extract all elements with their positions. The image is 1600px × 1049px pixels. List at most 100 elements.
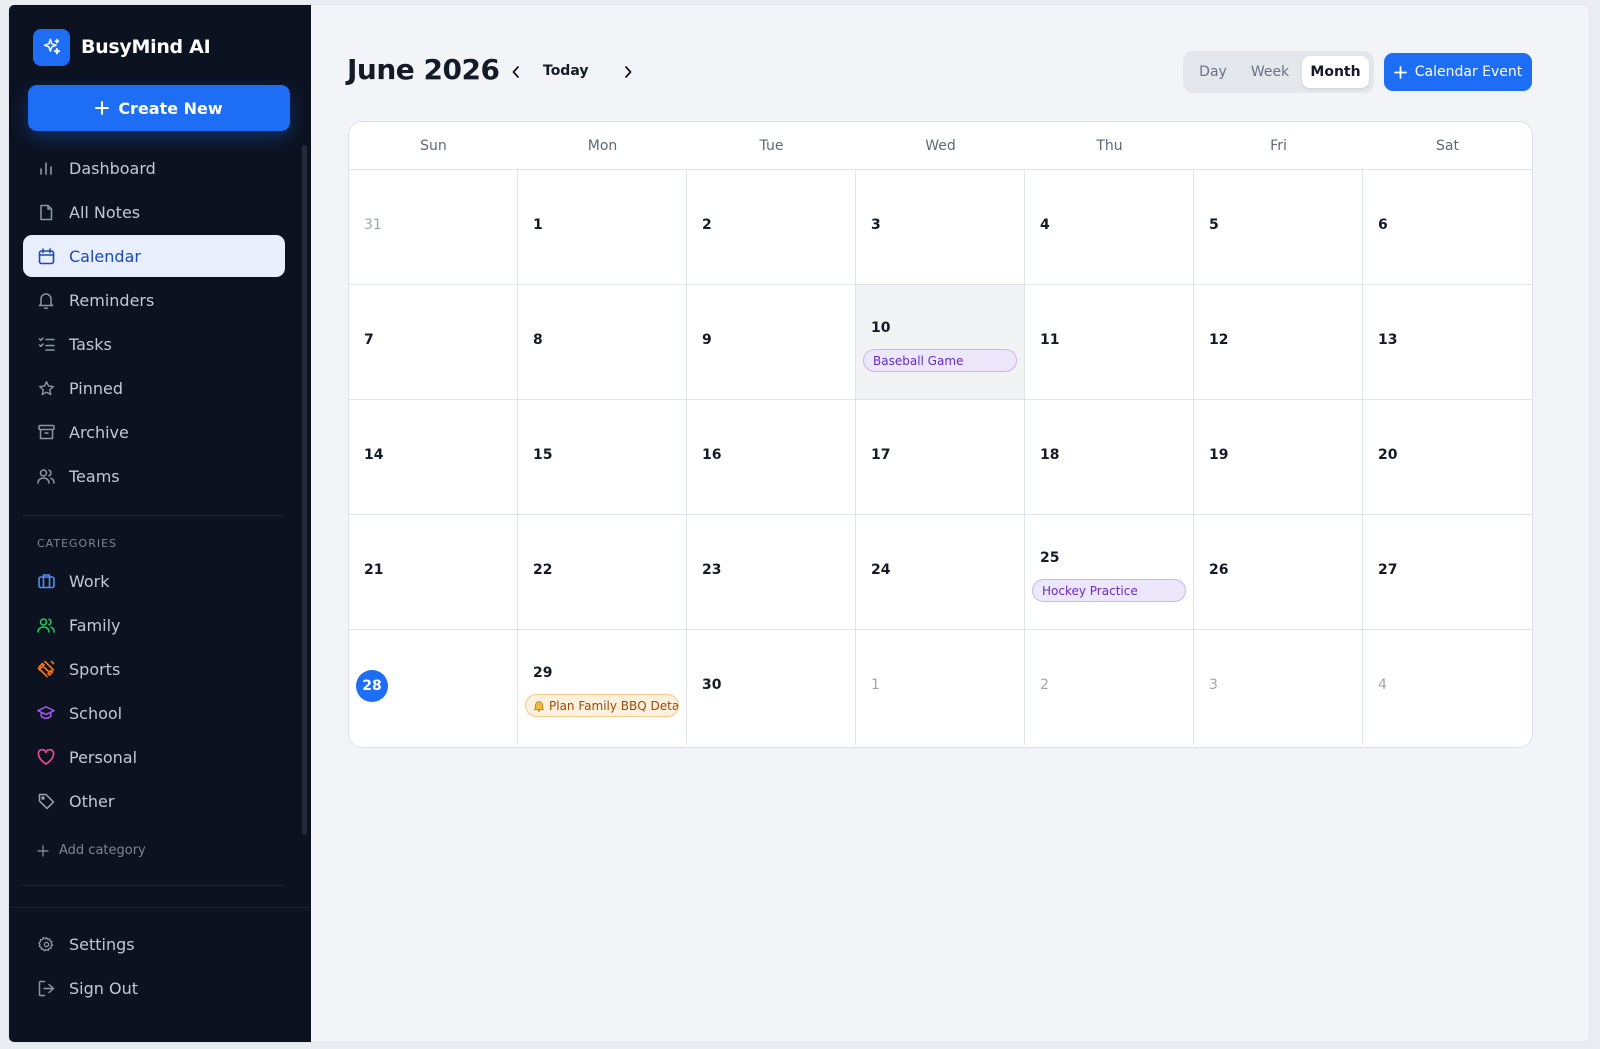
day-cell[interactable]: 8 xyxy=(518,285,687,400)
view-day-button[interactable]: Day xyxy=(1189,56,1237,88)
event-title: Baseball Game xyxy=(873,353,964,368)
event-title: Plan Family BBQ Deta... xyxy=(549,698,679,713)
date-number: 29 xyxy=(533,665,553,681)
date-number: 17 xyxy=(871,447,891,463)
plus-icon xyxy=(95,101,110,115)
graduation-cap-icon xyxy=(37,704,55,722)
day-cell[interactable]: 22 xyxy=(518,515,687,630)
event-chip[interactable]: Plan Family BBQ Deta... xyxy=(525,694,679,717)
date-number: 19 xyxy=(1209,447,1229,463)
day-cell[interactable]: 25 Hockey Practice xyxy=(1025,515,1194,630)
date-number: 3 xyxy=(1209,677,1218,693)
weekday-label: Sat xyxy=(1436,138,1459,154)
categories-header: CATEGORIES xyxy=(37,537,118,550)
sidebar-item-dashboard[interactable]: Dashboard xyxy=(23,147,285,189)
create-new-button[interactable]: Create New xyxy=(28,85,290,131)
month-grid: Sun Mon Tue Wed Thu Fri Sat 31 1 2 3 4 5 6 7 8 9 10 Baseb… xyxy=(348,121,1533,748)
day-cell[interactable]: 30 xyxy=(687,630,856,745)
day-cell[interactable]: 4 xyxy=(1363,630,1532,745)
chevron-right-icon[interactable] xyxy=(617,61,639,83)
day-cell[interactable]: 1 xyxy=(856,630,1025,745)
date-number: 3 xyxy=(871,217,881,233)
sidebar-item-archive[interactable]: Archive xyxy=(23,411,285,453)
date-number: 14 xyxy=(364,447,384,463)
date-number: 16 xyxy=(702,447,722,463)
date-number: 26 xyxy=(1209,562,1229,578)
event-chip[interactable]: Baseball Game xyxy=(863,349,1017,372)
day-cell[interactable]: 29 Plan Family BBQ Deta... xyxy=(518,630,687,745)
day-cell[interactable]: 1 xyxy=(518,170,687,285)
sparkle-icon xyxy=(33,28,70,66)
day-cell[interactable]: 19 xyxy=(1194,400,1363,515)
view-week-button[interactable]: Week xyxy=(1243,56,1297,88)
day-cell[interactable]: 15 xyxy=(518,400,687,515)
category-school[interactable]: School xyxy=(23,692,285,734)
chevron-left-icon[interactable] xyxy=(505,61,527,83)
sidebar-scrollbar[interactable] xyxy=(302,145,307,835)
sidebar-item-tasks[interactable]: Tasks xyxy=(23,323,285,365)
day-cell[interactable]: 6 xyxy=(1363,170,1532,285)
day-cell[interactable]: 18 xyxy=(1025,400,1194,515)
day-cell[interactable]: 31 xyxy=(349,170,518,285)
category-label: Personal xyxy=(69,747,138,767)
day-cell[interactable]: 23 xyxy=(687,515,856,630)
date-number: 5 xyxy=(1209,217,1219,233)
date-number: 20 xyxy=(1378,447,1398,463)
day-cell[interactable]: 28 xyxy=(349,630,518,745)
day-cell[interactable]: 14 xyxy=(349,400,518,515)
day-cell[interactable]: 2 xyxy=(1025,630,1194,745)
event-chip[interactable]: Hockey Practice xyxy=(1032,579,1186,602)
day-cell[interactable]: 24 xyxy=(856,515,1025,630)
category-personal[interactable]: Personal xyxy=(23,736,285,778)
category-sports[interactable]: Sports xyxy=(23,648,285,690)
day-cell[interactable]: 12 xyxy=(1194,285,1363,400)
today-date-badge: 28 xyxy=(356,670,388,702)
add-calendar-event-button[interactable]: Calendar Event xyxy=(1384,53,1532,91)
day-cell[interactable]: 9 xyxy=(687,285,856,400)
day-cell[interactable]: 7 xyxy=(349,285,518,400)
brand[interactable]: BusyMind AI xyxy=(33,28,211,66)
bottom-nav: Settings Sign Out xyxy=(23,923,285,1011)
today-button[interactable]: Today xyxy=(543,63,588,79)
sidebar-item-all-notes[interactable]: All Notes xyxy=(23,191,285,233)
weekday-label: Mon xyxy=(587,138,618,154)
category-family[interactable]: Family xyxy=(23,604,285,646)
add-category-button[interactable]: Add category xyxy=(37,843,146,858)
date-number: 2 xyxy=(1040,677,1049,693)
day-cell[interactable]: 11 xyxy=(1025,285,1194,400)
sidebar-item-reminders[interactable]: Reminders xyxy=(23,279,285,321)
sidebar-item-sign-out[interactable]: Sign Out xyxy=(23,967,285,1009)
sidebar-item-teams[interactable]: Teams xyxy=(23,455,285,497)
day-cell[interactable]: 21 xyxy=(349,515,518,630)
day-cell[interactable]: 10 Baseball Game xyxy=(856,285,1025,400)
sidebar-item-settings[interactable]: Settings xyxy=(23,923,285,965)
bar-chart-icon xyxy=(37,159,55,177)
day-cell[interactable]: 3 xyxy=(1194,630,1363,745)
brand-name: BusyMind AI xyxy=(81,36,211,58)
day-cell[interactable]: 20 xyxy=(1363,400,1532,515)
sidebar-item-pinned[interactable]: Pinned xyxy=(23,367,285,409)
day-cell[interactable]: 17 xyxy=(856,400,1025,515)
month-title: June 2026 xyxy=(347,53,500,86)
calendar-event-label: Calendar Event xyxy=(1414,64,1523,80)
day-cell[interactable]: 16 xyxy=(687,400,856,515)
day-cell[interactable]: 26 xyxy=(1194,515,1363,630)
day-cell[interactable]: 2 xyxy=(687,170,856,285)
category-other[interactable]: Other xyxy=(23,780,285,822)
sidebar-item-label: Settings xyxy=(69,934,135,954)
day-cell[interactable]: 13 xyxy=(1363,285,1532,400)
date-number: 11 xyxy=(1040,332,1060,348)
date-number: 7 xyxy=(364,332,374,348)
day-cell[interactable]: 3 xyxy=(856,170,1025,285)
sidebar-item-calendar[interactable]: Calendar xyxy=(23,235,285,277)
gear-icon xyxy=(37,935,55,953)
day-cell[interactable]: 27 xyxy=(1363,515,1532,630)
day-cell[interactable]: 4 xyxy=(1025,170,1194,285)
add-category-label: Add category xyxy=(59,843,146,858)
view-month-button[interactable]: Month xyxy=(1302,56,1369,88)
briefcase-icon xyxy=(37,572,55,590)
day-cell[interactable]: 5 xyxy=(1194,170,1363,285)
category-work[interactable]: Work xyxy=(23,560,285,602)
sidebar-item-label: Calendar xyxy=(69,246,141,266)
calendar-icon xyxy=(37,247,55,265)
